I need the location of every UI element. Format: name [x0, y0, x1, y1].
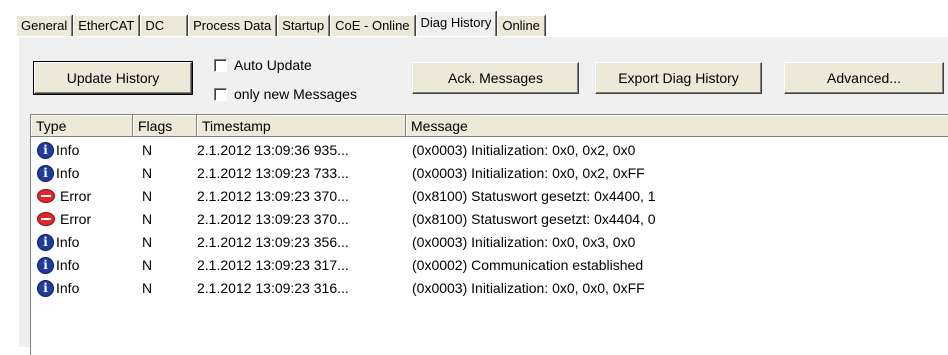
row-message: (0x0003) Initialization: 0x0, 0x0, 0xFF [412, 280, 645, 296]
auto-update-checkbox-row[interactable]: Auto Update [214, 56, 312, 74]
info-icon: i [37, 279, 54, 297]
row-type: Error [60, 188, 92, 204]
tab-diag-history[interactable]: Diag History [415, 11, 497, 36]
row-type: Info [56, 280, 80, 296]
diag-history-list[interactable]: Type Flags Timestamp Message i Info N 2.… [30, 114, 948, 355]
row-message: (0x0003) Initialization: 0x0, 0x2, 0xFF [412, 165, 645, 181]
info-icon: i [37, 256, 54, 274]
row-timestamp: 2.1.2012 13:09:23 370... [197, 211, 349, 227]
row-type: Error [60, 211, 92, 227]
tab-startup[interactable]: Startup [277, 15, 330, 36]
row-flags: N [142, 257, 153, 273]
row-flags: N [142, 234, 153, 250]
ack-messages-button[interactable]: Ack. Messages [412, 62, 579, 94]
row-type: Info [56, 234, 80, 250]
tab-coe-online[interactable]: CoE - Online [330, 15, 415, 36]
column-header-message[interactable]: Message [406, 115, 948, 137]
row-type: Info [56, 142, 80, 158]
row-timestamp: 2.1.2012 13:09:23 733... [197, 165, 349, 181]
row-flags: N [142, 165, 153, 181]
info-icon: i [37, 164, 54, 182]
update-history-button[interactable]: Update History [33, 61, 193, 95]
row-timestamp: 2.1.2012 13:09:23 316... [197, 280, 349, 296]
info-icon: i [37, 141, 54, 159]
row-message: (0x8100) Statuswort gesetzt: 0x4400, 1 [412, 188, 656, 204]
error-icon [37, 189, 55, 203]
auto-update-label: Auto Update [234, 57, 312, 73]
list-header: Type Flags Timestamp Message [31, 115, 948, 137]
tab-strip: General EtherCAT DC Process Data Startup… [16, 11, 546, 36]
row-timestamp: 2.1.2012 13:09:36 935... [197, 142, 349, 158]
row-flags: N [142, 188, 153, 204]
tab-ethercat[interactable]: EtherCAT [73, 15, 140, 36]
only-new-messages-checkbox-row[interactable]: only new Messages [214, 85, 357, 103]
only-new-messages-checkbox[interactable] [214, 87, 227, 101]
column-header-flags[interactable]: Flags [133, 115, 197, 137]
export-diag-history-button[interactable]: Export Diag History [595, 62, 762, 94]
row-message: (0x0003) Initialization: 0x0, 0x2, 0x0 [412, 142, 636, 158]
row-type: Info [56, 165, 80, 181]
row-timestamp: 2.1.2012 13:09:23 370... [197, 188, 349, 204]
auto-update-checkbox[interactable] [214, 58, 227, 72]
tab-dc[interactable]: DC [140, 15, 188, 36]
row-flags: N [142, 280, 153, 296]
row-message: (0x0003) Initialization: 0x0, 0x3, 0x0 [412, 234, 636, 250]
only-new-messages-label: only new Messages [234, 86, 357, 102]
row-message: (0x0002) Communication established [412, 257, 644, 273]
tab-process-data[interactable]: Process Data [188, 15, 277, 36]
tab-general[interactable]: General [16, 15, 73, 36]
row-timestamp: 2.1.2012 13:09:23 356... [197, 234, 349, 250]
error-icon [37, 212, 55, 226]
row-type: Info [56, 257, 80, 273]
column-header-type[interactable]: Type [31, 115, 133, 137]
info-icon: i [37, 233, 54, 251]
row-flags: N [142, 211, 153, 227]
row-flags: N [142, 142, 153, 158]
tab-online[interactable]: Online [497, 15, 545, 36]
advanced-button[interactable]: Advanced... [784, 62, 944, 94]
row-timestamp: 2.1.2012 13:09:23 317... [197, 257, 349, 273]
column-header-timestamp[interactable]: Timestamp [197, 115, 406, 137]
row-message: (0x8100) Statuswort gesetzt: 0x4404, 0 [412, 211, 656, 227]
